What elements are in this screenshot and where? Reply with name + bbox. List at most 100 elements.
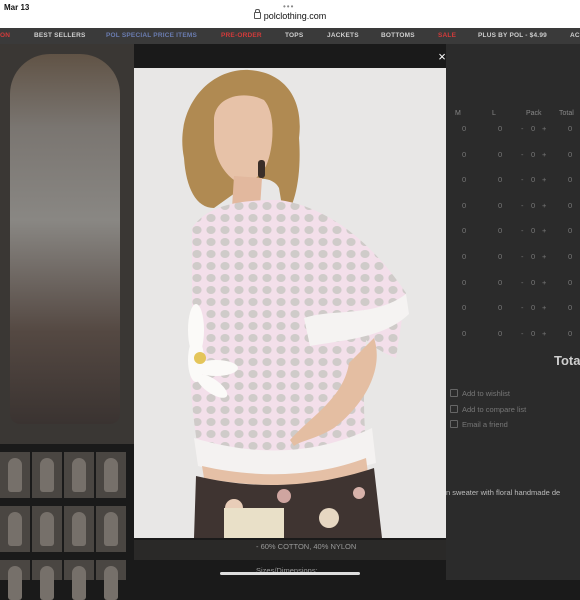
qty-l-value[interactable]: 0 — [498, 303, 502, 312]
qty-m-value[interactable]: 0 — [462, 303, 466, 312]
pack-qty-value: 0 — [531, 175, 536, 185]
thumbnail[interactable] — [96, 452, 126, 498]
size-header-total: Total — [559, 110, 574, 117]
thumbnail[interactable] — [0, 506, 30, 552]
email-friend-link[interactable]: Email a friend — [450, 420, 508, 429]
thumbnail[interactable] — [32, 560, 62, 600]
plus-button[interactable]: + — [542, 303, 546, 312]
row-total-value: 0 — [568, 226, 573, 236]
thumbnail[interactable] — [0, 560, 30, 600]
row-total-value: 0 — [568, 149, 573, 159]
qty-m-value[interactable]: 0 — [462, 150, 466, 159]
product-photo — [134, 68, 446, 538]
qty-l-value[interactable]: 0 — [498, 252, 502, 261]
minus-button[interactable]: - — [521, 303, 524, 312]
plus-button[interactable]: + — [542, 252, 546, 261]
pack-qty-value: 0 — [531, 124, 536, 133]
model-silhouette — [10, 54, 120, 424]
image-lightbox — [134, 68, 446, 538]
mail-icon — [450, 420, 458, 428]
qty-m-value[interactable]: 0 — [462, 329, 466, 338]
row-total-value: 0 — [568, 200, 573, 210]
order-row: 0 0-0 +0 — [446, 175, 580, 187]
qty-l-value[interactable]: 0 — [498, 278, 502, 287]
minus-button[interactable]: - — [521, 252, 524, 261]
nav-item-more[interactable]: AC — [570, 32, 580, 39]
plus-button[interactable]: + — [542, 329, 546, 338]
plus-button[interactable]: + — [542, 175, 546, 184]
qty-l-value[interactable]: 0 — [498, 201, 502, 210]
qty-m-value[interactable]: 0 — [462, 201, 466, 210]
minus-button[interactable]: - — [521, 329, 524, 338]
order-row: 0 0-0 +0 — [446, 226, 580, 238]
qty-m-value[interactable]: 0 — [462, 226, 466, 235]
top-nav: ON BEST SELLERS POL SPECIAL PRICE ITEMS … — [0, 28, 580, 44]
qty-m-value[interactable]: 0 — [462, 124, 466, 133]
row-total-value: 0 — [568, 175, 573, 185]
pack-qty-value: 0 — [531, 200, 536, 210]
home-indicator[interactable] — [220, 572, 360, 575]
thumbnail[interactable] — [0, 452, 30, 498]
row-total-value: 0 — [568, 303, 573, 313]
nav-item-sale[interactable]: SALE — [438, 32, 456, 39]
pack-qty-value: 0 — [531, 226, 536, 236]
url-bar[interactable]: polclothing.com — [0, 9, 580, 21]
minus-button[interactable]: - — [521, 201, 524, 210]
plus-button[interactable]: + — [542, 150, 546, 159]
status-bar: Mar 13 ••• polclothing.com — [0, 0, 580, 28]
url-text: polclothing.com — [263, 11, 327, 21]
add-to-wishlist-link[interactable]: Add to wishlist — [450, 389, 510, 398]
nav-item-tops[interactable]: TOPS — [285, 32, 303, 39]
nav-item-jackets[interactable]: JACKETS — [327, 32, 359, 39]
qty-l-value[interactable]: 0 — [498, 124, 502, 133]
qty-l-value[interactable]: 0 — [498, 226, 502, 235]
minus-button[interactable]: - — [521, 278, 524, 287]
thumbnail[interactable] — [64, 506, 94, 552]
row-total-value: 0 — [568, 277, 573, 287]
thumbnail[interactable] — [64, 560, 94, 600]
nav-item-bottoms[interactable]: BOTTOMS — [381, 32, 415, 39]
tab-dots-icon[interactable]: ••• — [283, 2, 294, 11]
nav-item-pre-order[interactable]: PRE-ORDER — [221, 32, 262, 39]
plus-button[interactable]: + — [542, 278, 546, 287]
close-icon[interactable]: × — [436, 50, 448, 63]
plus-button[interactable]: + — [542, 226, 546, 235]
order-row: 0 0-0 +0 — [446, 252, 580, 264]
order-row: 0 0-0 +0 — [446, 124, 580, 136]
qty-m-value[interactable]: 0 — [462, 175, 466, 184]
background-product-image — [0, 44, 134, 444]
pack-qty-value: 0 — [531, 149, 536, 159]
qty-m-value[interactable]: 0 — [462, 278, 466, 287]
nav-item-plus[interactable]: PLUS BY POL - $4.99 — [478, 32, 547, 39]
nav-item-special-price[interactable]: POL SPECIAL PRICE ITEMS — [106, 32, 197, 39]
nav-item-on[interactable]: ON — [0, 32, 10, 39]
minus-button[interactable]: - — [521, 175, 524, 184]
thumbnail[interactable] — [32, 452, 62, 498]
size-header-pack: Pack — [526, 110, 542, 117]
thumbnail[interactable] — [96, 560, 126, 600]
thumbnail[interactable] — [32, 506, 62, 552]
qty-l-value[interactable]: 0 — [498, 175, 502, 184]
qty-l-value[interactable]: 0 — [498, 329, 502, 338]
pack-qty-value: 0 — [531, 252, 536, 261]
row-total-value: 0 — [568, 252, 573, 261]
plus-button[interactable]: + — [542, 201, 546, 210]
materials-text: - 60% COTTON, 40% NYLON — [256, 542, 357, 551]
thumbnail[interactable] — [96, 506, 126, 552]
minus-button[interactable]: - — [521, 124, 524, 133]
plus-button[interactable]: + — [542, 124, 546, 133]
size-header-m: M — [455, 110, 461, 117]
qty-m-value[interactable]: 0 — [462, 252, 466, 261]
minus-button[interactable]: - — [521, 150, 524, 159]
thumbnail[interactable] — [64, 452, 94, 498]
thumbnail-grid — [0, 452, 134, 600]
row-total-value: 0 — [568, 124, 573, 133]
nav-item-best-sellers[interactable]: BEST SELLERS — [34, 32, 86, 39]
qty-l-value[interactable]: 0 — [498, 150, 502, 159]
heart-icon — [450, 389, 458, 397]
compare-icon — [450, 405, 458, 413]
order-row: 0 0-0 +0 — [446, 278, 580, 290]
add-to-compare-link[interactable]: Add to compare list — [450, 405, 526, 414]
pack-qty-value: 0 — [531, 328, 536, 338]
minus-button[interactable]: - — [521, 226, 524, 235]
